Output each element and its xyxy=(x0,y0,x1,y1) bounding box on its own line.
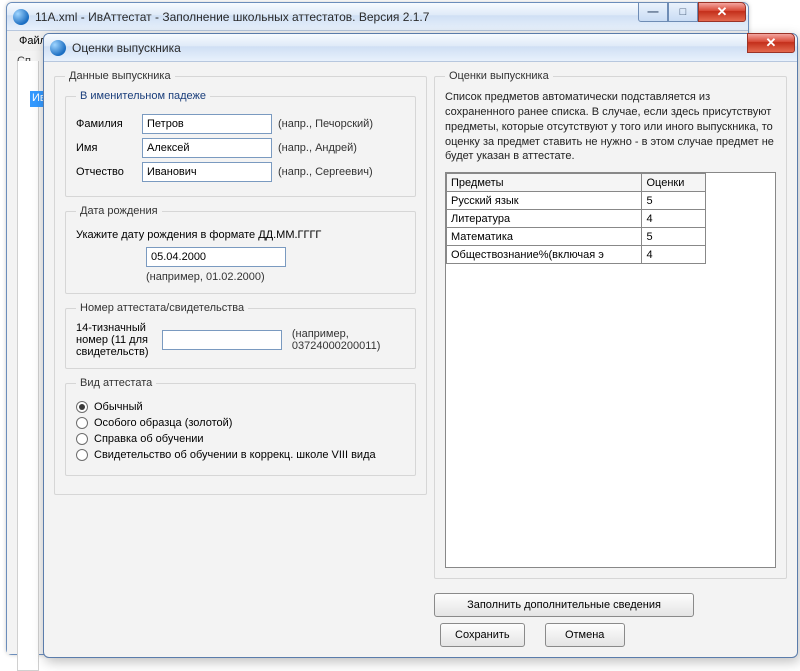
save-button[interactable]: Сохранить xyxy=(440,623,525,647)
dob-input[interactable] xyxy=(146,247,286,267)
firstname-label: Имя xyxy=(76,142,136,154)
patronymic-label: Отчество xyxy=(76,166,136,178)
outer-list-stub: Ив xyxy=(17,61,39,671)
type-option-gold[interactable]: Особого образца (золотой) xyxy=(76,417,405,429)
table-row: Русский язык 5 xyxy=(447,192,706,210)
type-option-label: Свидетельство об обучении в коррекц. шко… xyxy=(94,449,376,461)
minimize-button[interactable]: — xyxy=(638,2,668,22)
additional-info-button[interactable]: Заполнить дополнительные сведения xyxy=(434,593,694,617)
table-row: Литература 4 xyxy=(447,210,706,228)
score-cell[interactable]: 5 xyxy=(642,228,706,246)
firstname-hint: (напр., Андрей) xyxy=(278,142,357,154)
graduate-data-legend: Данные выпускника xyxy=(65,70,175,82)
subject-cell[interactable]: Математика xyxy=(447,228,642,246)
app-icon xyxy=(13,9,29,25)
dob-legend: Дата рождения xyxy=(76,205,162,217)
type-option-label: Особого образца (золотой) xyxy=(94,417,232,429)
grades-table-container[interactable]: Предметы Оценки Русский язык 5 Литератур… xyxy=(445,172,776,568)
close-icon: ✕ xyxy=(717,4,728,20)
dob-hint: Укажите дату рождения в формате ДД.ММ.ГГ… xyxy=(76,229,405,241)
main-window-titlebar[interactable]: 11А.xml - ИвАттестат - Заполнение школьн… xyxy=(7,3,748,31)
subject-cell[interactable]: Литература xyxy=(447,210,642,228)
attestat-type-legend: Вид аттестата xyxy=(76,377,156,389)
minimize-icon: — xyxy=(648,6,659,18)
type-option-label: Обычный xyxy=(94,401,143,413)
type-option-correctional[interactable]: Свидетельство об обучении в коррекц. шко… xyxy=(76,449,405,461)
certificate-group: Номер аттестата/свидетельства 14-тизначн… xyxy=(65,302,416,369)
certificate-label: 14-тизначный номер (11 для свидетельств) xyxy=(76,322,152,358)
type-option-label: Справка об обучении xyxy=(94,433,204,445)
graduate-data-group: Данные выпускника В именительном падеже … xyxy=(54,70,427,495)
subject-cell[interactable]: Обществознание%(включая э xyxy=(447,246,642,264)
type-option-regular[interactable]: Обычный xyxy=(76,401,405,413)
table-row: Математика 5 xyxy=(447,228,706,246)
grades-dialog: Оценки выпускника ✕ Данные выпускника В … xyxy=(43,33,798,658)
close-button[interactable]: ✕ xyxy=(698,2,746,22)
name-group: В именительном падеже Фамилия (напр., Пе… xyxy=(65,90,416,197)
score-cell[interactable]: 4 xyxy=(642,210,706,228)
dialog-titlebar[interactable]: Оценки выпускника ✕ xyxy=(44,34,797,62)
surname-label: Фамилия xyxy=(76,118,136,130)
grades-info: Список предметов автоматически подставля… xyxy=(445,90,776,164)
patronymic-input[interactable] xyxy=(142,162,272,182)
cancel-button[interactable]: Отмена xyxy=(545,623,625,647)
subject-cell[interactable]: Русский язык xyxy=(447,192,642,210)
radio-icon xyxy=(76,417,88,429)
close-icon: ✕ xyxy=(766,35,777,51)
attestat-type-group: Вид аттестата Обычный Особого образца (з… xyxy=(65,377,416,476)
patronymic-hint: (напр., Сергеевич) xyxy=(278,166,373,178)
main-window-title: 11А.xml - ИвАттестат - Заполнение школьн… xyxy=(35,10,429,24)
certificate-legend: Номер аттестата/свидетельства xyxy=(76,302,248,314)
surname-input[interactable] xyxy=(142,114,272,134)
col-subject[interactable]: Предметы xyxy=(447,174,642,192)
dialog-icon xyxy=(50,40,66,56)
dialog-title: Оценки выпускника xyxy=(72,41,181,55)
name-legend: В именительном падеже xyxy=(76,90,210,102)
certificate-hint: (например, 03724000200011) xyxy=(292,328,405,352)
grades-legend: Оценки выпускника xyxy=(445,70,553,82)
certificate-input[interactable] xyxy=(162,330,282,350)
radio-icon xyxy=(76,449,88,461)
dob-example: (например, 01.02.2000) xyxy=(146,271,405,283)
score-cell[interactable]: 5 xyxy=(642,192,706,210)
dialog-close-button[interactable]: ✕ xyxy=(747,33,795,53)
maximize-icon: □ xyxy=(680,6,687,18)
grades-group: Оценки выпускника Список предметов автом… xyxy=(434,70,787,579)
maximize-button[interactable]: □ xyxy=(668,2,698,22)
radio-icon xyxy=(76,433,88,445)
firstname-input[interactable] xyxy=(142,138,272,158)
score-cell[interactable]: 4 xyxy=(642,246,706,264)
grades-table: Предметы Оценки Русский язык 5 Литератур… xyxy=(446,173,706,264)
radio-icon xyxy=(76,401,88,413)
dob-group: Дата рождения Укажите дату рождения в фо… xyxy=(65,205,416,294)
surname-hint: (напр., Печорский) xyxy=(278,118,373,130)
type-option-reference[interactable]: Справка об обучении xyxy=(76,433,405,445)
col-score[interactable]: Оценки xyxy=(642,174,706,192)
table-row: Обществознание%(включая э 4 xyxy=(447,246,706,264)
